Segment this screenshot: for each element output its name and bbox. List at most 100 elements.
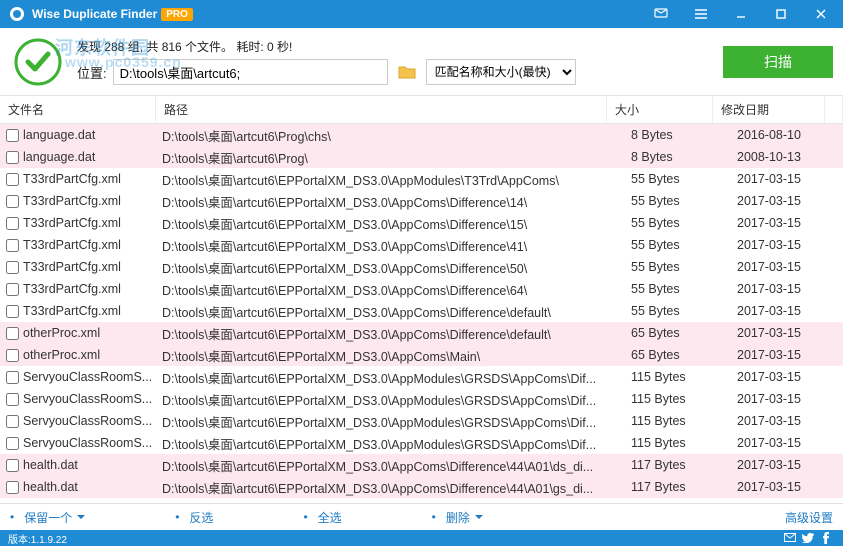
path-cell: D:\tools\桌面\artcut6\Prog\: [156, 146, 625, 168]
path-cell: D:\tools\桌面\artcut6\EPPortalXM_DS3.0\App…: [156, 168, 625, 190]
path-cell: D:\tools\桌面\artcut6\EPPortalXM_DS3.0\App…: [156, 300, 625, 322]
date-cell: 2017-03-15: [731, 388, 843, 410]
row-checkbox[interactable]: [6, 283, 19, 296]
table-row[interactable]: ServyouClassRoomS...D:\tools\桌面\artcut6\…: [0, 410, 843, 432]
date-cell: 2017-03-15: [731, 344, 843, 366]
table-row[interactable]: otherProc.xmlD:\tools\桌面\artcut6\EPPorta…: [0, 344, 843, 366]
table-row[interactable]: T33rdPartCfg.xmlD:\tools\桌面\artcut6\EPPo…: [0, 234, 843, 256]
path-cell: D:\tools\桌面\artcut6\EPPortalXM_DS3.0\App…: [156, 344, 625, 366]
table-body[interactable]: language.datD:\tools\桌面\artcut6\Prog\chs…: [0, 124, 843, 503]
row-checkbox[interactable]: [6, 129, 19, 142]
row-checkbox[interactable]: [6, 305, 19, 318]
table-row[interactable]: T33rdPartCfg.xmlD:\tools\桌面\artcut6\EPPo…: [0, 256, 843, 278]
chevron-down-icon: [77, 515, 85, 519]
table-row[interactable]: health.datD:\tools\桌面\artcut6\EPPortalXM…: [0, 454, 843, 476]
filename-text: T33rdPartCfg.xml: [23, 282, 156, 296]
row-checkbox[interactable]: [6, 437, 19, 450]
row-checkbox[interactable]: [6, 261, 19, 274]
app-icon: [7, 4, 27, 24]
row-checkbox[interactable]: [6, 239, 19, 252]
date-cell: 2017-03-15: [731, 432, 843, 454]
facebook-icon[interactable]: [817, 530, 835, 546]
size-cell: 115 Bytes: [625, 432, 731, 454]
match-mode-select[interactable]: 匹配名称和大小(最快): [426, 59, 576, 85]
date-cell: 2017-03-15: [731, 476, 843, 498]
filename-text: ServyouClassRoomS...: [23, 414, 156, 428]
filename-text: T33rdPartCfg.xml: [23, 194, 156, 208]
watermark-url: www.pc0359.cn: [65, 54, 182, 70]
select-all-button[interactable]: 全选: [318, 509, 342, 526]
invert-selection-button[interactable]: 反选: [189, 509, 213, 526]
browse-folder-button[interactable]: [394, 59, 420, 85]
row-checkbox[interactable]: [6, 195, 19, 208]
delete-button[interactable]: 删除: [446, 509, 483, 526]
size-cell: 115 Bytes: [625, 388, 731, 410]
size-cell: 65 Bytes: [625, 344, 731, 366]
column-name[interactable]: 文件名: [0, 96, 156, 123]
row-checkbox[interactable]: [6, 217, 19, 230]
column-date[interactable]: 修改日期: [713, 96, 825, 123]
size-cell: 55 Bytes: [625, 212, 731, 234]
row-checkbox[interactable]: [6, 481, 19, 494]
row-checkbox[interactable]: [6, 393, 19, 406]
menu-icon[interactable]: [681, 0, 721, 28]
date-cell: 2017-03-15: [731, 322, 843, 344]
column-path[interactable]: 路径: [156, 96, 607, 123]
app-title: Wise Duplicate Finder: [32, 7, 157, 21]
row-checkbox[interactable]: [6, 173, 19, 186]
table-row[interactable]: ServyouClassRoomS...D:\tools\桌面\artcut6\…: [0, 432, 843, 454]
advanced-settings-button[interactable]: 高级设置: [785, 509, 833, 526]
filename-cell: health.dat: [0, 458, 156, 472]
bullet-icon: •: [175, 510, 179, 524]
path-cell: D:\tools\桌面\artcut6\EPPortalXM_DS3.0\App…: [156, 432, 625, 454]
table-row[interactable]: T33rdPartCfg.xmlD:\tools\桌面\artcut6\EPPo…: [0, 212, 843, 234]
table-row[interactable]: T33rdPartCfg.xmlD:\tools\桌面\artcut6\EPPo…: [0, 300, 843, 322]
filename-text: T33rdPartCfg.xml: [23, 304, 156, 318]
size-cell: 55 Bytes: [625, 278, 731, 300]
table-row[interactable]: otherProc.xmlD:\tools\桌面\artcut6\EPPorta…: [0, 322, 843, 344]
filename-text: T33rdPartCfg.xml: [23, 172, 156, 186]
path-cell: D:\tools\桌面\artcut6\EPPortalXM_DS3.0\App…: [156, 234, 625, 256]
row-checkbox[interactable]: [6, 415, 19, 428]
filename-cell: T33rdPartCfg.xml: [0, 194, 156, 208]
row-checkbox[interactable]: [6, 459, 19, 472]
row-checkbox[interactable]: [6, 151, 19, 164]
mail-icon[interactable]: [781, 530, 799, 546]
column-size[interactable]: 大小: [607, 96, 713, 123]
table-row[interactable]: language.datD:\tools\桌面\artcut6\Prog\chs…: [0, 124, 843, 146]
row-checkbox[interactable]: [6, 371, 19, 384]
size-cell: 55 Bytes: [625, 256, 731, 278]
table-row[interactable]: ServyouClassRoomS...D:\tools\桌面\artcut6\…: [0, 388, 843, 410]
row-checkbox[interactable]: [6, 327, 19, 340]
size-cell: 8 Bytes: [625, 124, 731, 146]
table-row[interactable]: T33rdPartCfg.xmlD:\tools\桌面\artcut6\EPPo…: [0, 190, 843, 212]
size-cell: 117 Bytes: [625, 454, 731, 476]
table-row[interactable]: ServyouClassRoomS...D:\tools\桌面\artcut6\…: [0, 366, 843, 388]
filename-text: otherProc.xml: [23, 326, 156, 340]
twitter-icon[interactable]: [799, 530, 817, 546]
chevron-down-icon: [475, 515, 483, 519]
row-checkbox[interactable]: [6, 349, 19, 362]
size-cell: 55 Bytes: [625, 190, 731, 212]
feedback-icon[interactable]: [641, 0, 681, 28]
table-row[interactable]: T33rdPartCfg.xmlD:\tools\桌面\artcut6\EPPo…: [0, 168, 843, 190]
date-cell: 2017-03-15: [731, 190, 843, 212]
filename-cell: language.dat: [0, 128, 156, 142]
maximize-button[interactable]: [761, 0, 801, 28]
size-cell: 115 Bytes: [625, 366, 731, 388]
pro-badge: PRO: [161, 8, 193, 21]
filename-cell: T33rdPartCfg.xml: [0, 216, 156, 230]
keep-one-button[interactable]: 保留一个: [24, 509, 85, 526]
date-cell: 2008-10-13: [731, 146, 843, 168]
close-button[interactable]: [801, 0, 841, 28]
path-cell: D:\tools\桌面\artcut6\EPPortalXM_DS3.0\App…: [156, 410, 625, 432]
scan-button[interactable]: 扫描: [723, 46, 833, 78]
size-cell: 117 Bytes: [625, 476, 731, 498]
table-row[interactable]: language.datD:\tools\桌面\artcut6\Prog\8 B…: [0, 146, 843, 168]
minimize-button[interactable]: [721, 0, 761, 28]
path-cell: D:\tools\桌面\artcut6\EPPortalXM_DS3.0\App…: [156, 278, 625, 300]
table-row[interactable]: health.datD:\tools\桌面\artcut6\EPPortalXM…: [0, 476, 843, 498]
statusbar: 版本:1.1.9.22: [0, 530, 843, 546]
filename-cell: otherProc.xml: [0, 348, 156, 362]
table-row[interactable]: T33rdPartCfg.xmlD:\tools\桌面\artcut6\EPPo…: [0, 278, 843, 300]
